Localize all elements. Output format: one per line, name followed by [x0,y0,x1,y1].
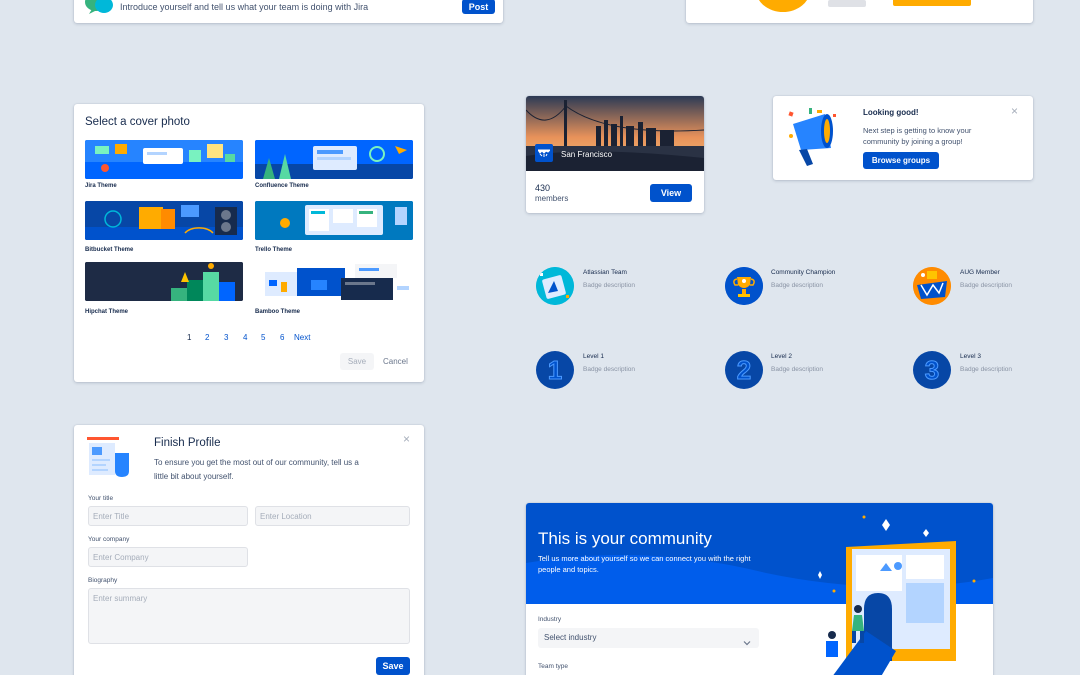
badge-description: Badge description [960,366,1013,373]
community-title: This is your community [538,529,712,548]
profile-save-button[interactable]: Save [376,657,410,675]
close-icon[interactable]: × [1011,105,1018,117]
badge-description: Badge description [583,282,636,289]
badge-description: Badge description [960,282,1013,289]
member-count-label: members [535,194,569,203]
page-2-link[interactable]: 2 [205,333,209,342]
badge-description: Badge description [771,282,824,289]
post-button[interactable]: Post [462,0,495,14]
company-input[interactable]: Enter Company [88,547,248,567]
page-3-link[interactable]: 3 [224,333,228,342]
hipchat-theme-image[interactable] [85,262,243,301]
biography-textarea[interactable]: Enter summary [88,588,410,644]
industry-select-value: Select industry [544,633,597,642]
looking-good-body: Next step is getting to know your commun… [863,126,972,146]
trello-theme-image[interactable] [255,201,413,240]
member-count: 430 [535,183,551,193]
badge-name: Community Champion [771,269,836,276]
cover-cancel-button[interactable]: Cancel [383,357,408,366]
intro-text: Introduce yourself and tell us what your… [120,2,369,12]
yellow-button-partial[interactable] [893,0,971,6]
finish-profile-title: Finish Profile [154,437,221,449]
profile-document-icon [87,437,133,479]
close-icon[interactable]: × [403,433,410,445]
trello-theme-label: Trello Theme [255,247,293,253]
confluence-theme-label: Confluence Theme [255,183,309,189]
finish-profile-dialog: Finish Profile To ensure you get the mos… [74,425,424,675]
cover-photo-title: Select a cover photo [85,116,190,128]
title-input[interactable]: Enter Title [88,506,248,526]
level-3-badge-icon: 3 [913,351,951,389]
badge-name: Atlassian Team [583,269,627,276]
level-numeral: 3 [924,354,940,385]
jira-theme-image[interactable] [85,140,243,179]
aug-member-badge-icon [913,267,951,305]
company-label: Your company [88,536,130,543]
megaphone-confetti-icon [787,108,837,168]
browse-groups-button[interactable]: Browse groups [863,152,939,169]
cover-save-button[interactable]: Save [340,353,374,370]
badge-name: Level 2 [771,353,792,360]
team-type-label: Team type [538,663,568,670]
hipchat-theme-label: Hipchat Theme [85,309,129,315]
chevron-down-icon [743,634,751,646]
page-6-link[interactable]: 6 [280,333,284,342]
page-1-current[interactable]: 1 [187,333,191,342]
community-subtitle: Tell us more about yourself so we can co… [538,554,751,574]
looking-good-title: Looking good! [863,108,919,117]
community-onboarding-card: This is your community Tell us more abou… [526,503,993,675]
gray-pill-decoration [828,0,866,7]
group-card: San Francisco 430 members View [526,96,704,213]
view-group-button[interactable]: View [650,184,692,202]
city-name: San Francisco [561,150,613,159]
badge-name: AUG Member [960,269,1000,276]
half-circle-illustration [756,0,810,12]
trophy-badge-icon [725,267,763,305]
badge-name: Level 1 [583,353,604,360]
cover-photo-dialog: Select a cover photo Jira Theme Confluen… [74,104,424,382]
bitbucket-theme-image[interactable] [85,201,243,240]
page-4-link[interactable]: 4 [243,333,247,342]
level-numeral: 2 [736,354,752,385]
atlassian-team-badge-icon [536,267,574,305]
badge-description: Badge description [771,366,824,373]
your-title-label: Your title [88,495,114,502]
group-logo-icon [535,144,553,162]
top-right-partial-card [686,0,1033,23]
industry-label: Industry [538,616,562,623]
intro-post-card: Introduce yourself and tell us what your… [74,0,503,23]
biography-label: Biography [88,577,118,584]
bamboo-theme-image[interactable] [255,262,413,301]
next-page-link[interactable]: Next [294,333,310,342]
looking-good-card: Looking good! Next step is getting to kn… [773,96,1033,180]
chat-bubble-icon [84,0,114,14]
level-numeral: 1 [547,354,563,385]
jira-theme-label: Jira Theme [85,183,117,189]
confluence-theme-image[interactable] [255,140,413,179]
portal-illustration [774,511,993,675]
badge-name: Level 3 [960,353,981,360]
bitbucket-theme-label: Bitbucket Theme [85,247,134,253]
finish-profile-body: To ensure you get the most out of our co… [154,458,359,481]
level-1-badge-icon: 1 [536,351,574,389]
bamboo-theme-label: Bamboo Theme [255,309,301,315]
level-2-badge-icon: 2 [725,351,763,389]
badge-description: Badge description [583,366,636,373]
industry-select[interactable]: Select industry [538,628,759,648]
location-input[interactable]: Enter Location [255,506,410,526]
page-5-link[interactable]: 5 [261,333,265,342]
